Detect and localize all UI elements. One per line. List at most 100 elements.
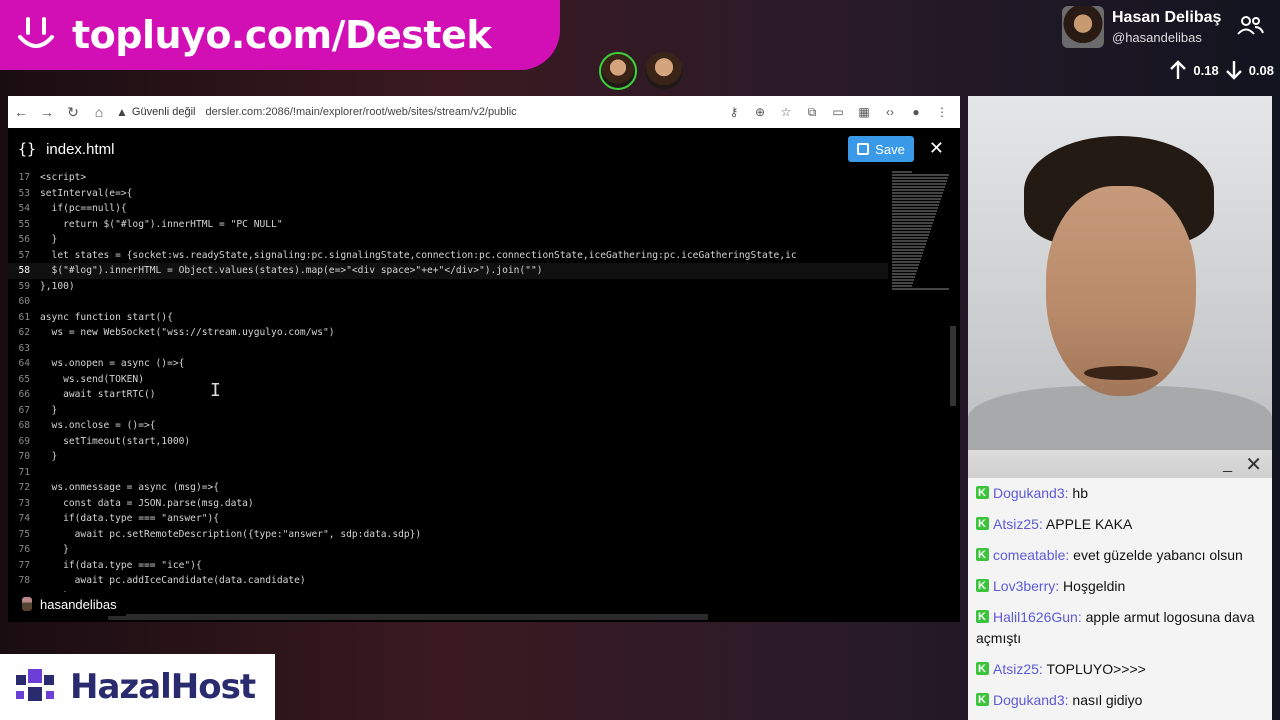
code-text[interactable]: } <box>40 405 58 416</box>
code-editor[interactable]: 17 <script> 53 setInterval(e=>{54 if(pc==nu… <box>8 170 888 620</box>
code-line[interactable]: 67 } <box>8 403 888 419</box>
code-line[interactable]: 73 const data = JSON.parse(msg.data) <box>8 496 888 512</box>
code-line[interactable]: 75 await pc.setRemoteDescription({type:"… <box>8 527 888 543</box>
chat-username[interactable]: Halil1626Gun: <box>993 609 1082 625</box>
chat-username[interactable]: Lov3berry: <box>993 578 1059 594</box>
code-text[interactable]: ws = new WebSocket("wss://stream.uygulyo… <box>40 327 335 338</box>
line-number: 67 <box>18 404 30 416</box>
chat-username[interactable]: comeatable: <box>993 547 1069 563</box>
code-line[interactable]: 69 setTimeout(start,1000) <box>8 434 888 450</box>
code-text[interactable]: if(data.type === "answer"){ <box>40 513 219 524</box>
minimap-line <box>892 282 913 284</box>
bookmark-star-icon[interactable]: ☆ <box>776 102 796 122</box>
code-text[interactable]: <script> <box>40 172 86 183</box>
key-icon[interactable]: ⚷ <box>724 102 744 122</box>
code-line[interactable]: 66 await startRTC() <box>8 387 888 403</box>
chat-username[interactable]: Atsiz25: <box>993 516 1043 532</box>
url-text[interactable]: dersler.com:2086/!main/explorer/root/web… <box>205 106 516 118</box>
code-line[interactable]: 71 <box>8 465 888 481</box>
code-line[interactable]: 68 ws.onclose = ()=>{ <box>8 418 888 434</box>
vertical-scrollbar[interactable] <box>950 326 956 406</box>
participant-avatar-active[interactable] <box>599 52 637 90</box>
code-text[interactable]: await startRTC() <box>40 389 155 400</box>
menu-icon[interactable]: ⋮ <box>932 102 952 122</box>
back-icon[interactable]: ← <box>8 96 34 128</box>
chat-username[interactable]: Atsiz25: <box>993 661 1043 677</box>
chat-text: nasıl gidiyo <box>1068 692 1143 708</box>
profile-icon[interactable]: ● <box>906 102 926 122</box>
extensions-icon[interactable]: ⧉ <box>802 102 822 122</box>
apps-icon[interactable]: ▦ <box>854 102 874 122</box>
sidebar-icon[interactable]: ▭ <box>828 102 848 122</box>
minimize-icon[interactable]: _ <box>1223 456 1232 474</box>
code-line[interactable]: 70 } <box>8 449 888 465</box>
code-line[interactable]: 60 <box>8 294 888 310</box>
code-text[interactable]: if(pc==null){ <box>40 203 127 214</box>
code-text[interactable]: ws.send(TOKEN) <box>40 374 144 385</box>
minimap[interactable] <box>892 170 950 320</box>
code-line[interactable]: 77 if(data.type === "ice"){ <box>8 558 888 574</box>
code-line[interactable]: 54 if(pc==null){ <box>8 201 888 217</box>
code-text[interactable]: await pc.setRemoteDescription({type:"ans… <box>40 529 422 540</box>
close-editor-icon[interactable]: ✕ <box>929 138 944 159</box>
chat-header: _ ✕ <box>968 450 1272 478</box>
address-bar[interactable]: ▲ Güvenli değil dersler.com:2086/!main/e… <box>116 100 724 124</box>
code-line[interactable]: 57 let states = {socket:ws.readyState,si… <box>8 248 888 264</box>
code-text[interactable]: const data = JSON.parse(msg.data) <box>40 498 254 509</box>
code-line[interactable]: 58 $("#log").innerHTML = Object.values(s… <box>8 263 888 279</box>
code-line[interactable]: 55 return $("#log").innerHTML = "PC NULL… <box>8 217 888 233</box>
line-number: 56 <box>18 234 30 246</box>
line-number: 60 <box>18 296 30 308</box>
code-line[interactable]: 63 <box>8 341 888 357</box>
close-chat-icon[interactable]: ✕ <box>1245 452 1262 477</box>
code-text[interactable]: if(data.type === "ice"){ <box>40 560 202 571</box>
chat-username[interactable]: Dogukand3: <box>993 485 1069 501</box>
insecure-label[interactable]: Güvenli değil <box>132 106 196 118</box>
chat-text: TOPLUYO>>>> <box>1042 661 1146 677</box>
minimap-line <box>892 213 936 215</box>
zoom-icon[interactable]: ⊕ <box>750 102 770 122</box>
code-line[interactable]: 59},100) <box>8 279 888 295</box>
code-text[interactable]: ws.onopen = async ()=>{ <box>40 358 185 369</box>
code-line[interactable]: 78 await pc.addIceCandidate(data.candida… <box>8 573 888 589</box>
chat-username[interactable]: Dogukand3: <box>993 692 1069 708</box>
participant-avatar[interactable] <box>645 52 683 90</box>
code-line[interactable]: 72 ws.onmessage = async (msg)=>{ <box>8 480 888 496</box>
code-line[interactable]: 74 if(data.type === "answer"){ <box>8 511 888 527</box>
save-button[interactable]: Save <box>848 136 914 162</box>
minimap-line <box>892 276 915 278</box>
line-number: 62 <box>18 327 30 339</box>
code-line[interactable]: 62 ws = new WebSocket("wss://stream.uygu… <box>8 325 888 341</box>
horizontal-scrollbar[interactable] <box>108 614 708 620</box>
people-icon[interactable] <box>1236 14 1264 36</box>
code-text[interactable]: } <box>40 544 69 555</box>
reload-icon[interactable]: ↻ <box>60 96 86 128</box>
code-text[interactable]: },100) <box>40 281 75 292</box>
code-line[interactable]: 53 setInterval(e=>{ <box>8 186 888 202</box>
code-text[interactable]: } <box>40 451 58 462</box>
code-line[interactable]: 61 async function start(){ <box>8 310 888 326</box>
code-text[interactable]: ws.onmessage = async (msg)=>{ <box>40 482 220 493</box>
code-text[interactable]: await pc.addIceCandidate(data.candidate) <box>40 575 306 586</box>
code-text[interactable]: } <box>40 234 58 245</box>
code-line[interactable]: 79 } <box>8 589 888 605</box>
code-text[interactable]: ws.onclose = ()=>{ <box>40 420 156 431</box>
code-line[interactable]: 17 <script> <box>8 170 888 186</box>
code-text[interactable]: setTimeout(start,1000) <box>40 436 190 447</box>
forward-icon[interactable]: → <box>34 96 60 128</box>
chat-text: Hoşgeldin <box>1059 578 1126 594</box>
code-text[interactable]: $("#log").innerHTML = Object.values(stat… <box>40 265 543 276</box>
chat-message: Dogukand3: hb <box>968 478 1272 509</box>
code-line[interactable]: 65 ws.send(TOKEN) <box>8 372 888 388</box>
streamer-name: Hasan Delibaş <box>1112 9 1222 26</box>
code-line[interactable]: 76 } <box>8 542 888 558</box>
code-text[interactable]: let states = {socket:ws.readyState,signa… <box>40 250 797 261</box>
code-text[interactable]: async function start(){ <box>40 312 173 323</box>
code-text[interactable]: return $("#log").innerHTML = "PC NULL" <box>40 219 283 230</box>
home-icon[interactable]: ⌂ <box>86 96 112 128</box>
code-line[interactable]: 64 ws.onopen = async ()=>{ <box>8 356 888 372</box>
code-text[interactable]: setInterval(e=>{ <box>40 188 132 199</box>
line-number: 70 <box>18 451 30 463</box>
code-line[interactable]: 56 } <box>8 232 888 248</box>
devtools-icon[interactable]: ‹› <box>880 102 900 122</box>
